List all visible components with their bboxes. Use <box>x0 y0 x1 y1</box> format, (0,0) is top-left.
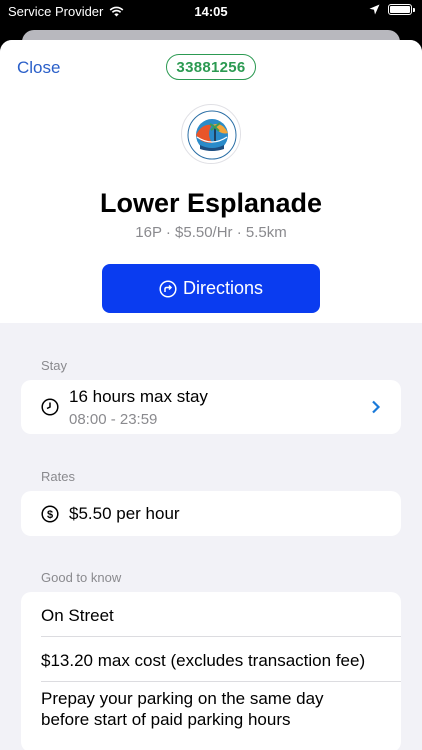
directions-icon <box>159 279 177 298</box>
city-logo <box>181 104 241 164</box>
divider <box>41 636 401 637</box>
status-time: 14:05 <box>194 4 228 19</box>
status-bar: Service Provider 14:05 <box>0 0 422 24</box>
svg-text:$: $ <box>47 509 53 521</box>
chevron-right-icon <box>372 400 381 414</box>
close-button[interactable]: Close <box>17 58 60 78</box>
location-arrow-icon <box>369 4 380 15</box>
parking-detail-sheet: Close 33881256 Lower Esplanade 16P · $5.… <box>0 40 422 750</box>
battery-icon <box>388 4 415 15</box>
divider <box>41 681 401 682</box>
location-title: Lower Esplanade <box>99 188 323 218</box>
good-to-know-list: On Street $13.20 max cost (excludes tran… <box>21 592 401 750</box>
stay-row[interactable]: 16 hours max stay 08:00 - 23:59 <box>21 380 401 434</box>
status-right <box>369 4 415 15</box>
location-summary: 16P · $5.50/Hr · 5.5km <box>135 224 287 241</box>
stay-title: 16 hours max stay <box>69 387 208 406</box>
stay-hours: 08:00 - 23:59 <box>69 411 158 428</box>
sheet-header: Close 33881256 Lower Esplanade 16P · $5.… <box>0 40 422 323</box>
clock-icon <box>41 398 59 416</box>
rate-text: $5.50 per hour <box>69 504 180 523</box>
stay-section-label: Stay <box>41 358 68 373</box>
zone-id-badge: 33881256 <box>166 54 256 80</box>
dollar-circle-icon: $ <box>41 505 59 523</box>
rate-row: $ $5.50 per hour <box>21 491 401 536</box>
list-item: $13.20 max cost (excludes transaction fe… <box>41 651 366 670</box>
rates-section-label: Rates <box>41 469 75 484</box>
good-to-know-section-label: Good to know <box>41 570 122 585</box>
directions-button[interactable]: Directions <box>102 264 320 313</box>
list-item: Prepay your parking on the same day befo… <box>41 689 324 729</box>
directions-label: Directions <box>182 278 264 298</box>
list-item: On Street <box>41 606 114 625</box>
